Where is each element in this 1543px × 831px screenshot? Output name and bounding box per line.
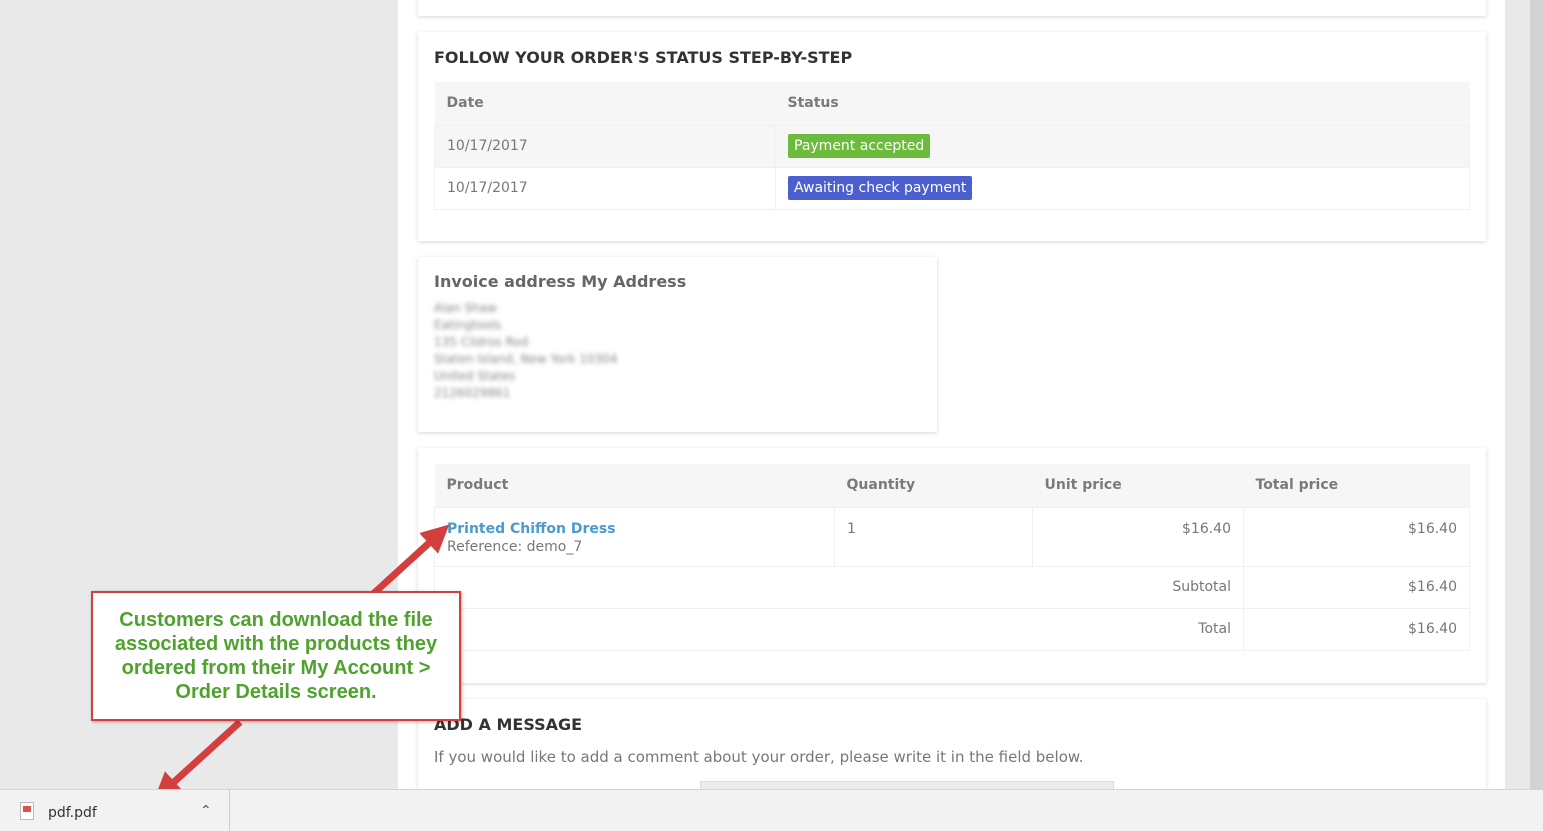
order-products-table: Product Quantity Unit price Total price … [434, 464, 1470, 651]
add-message-card: ADD A MESSAGE If you would like to add a… [418, 699, 1486, 799]
download-file-name: pdf.pdf [48, 805, 97, 821]
status-cell: Payment accepted [775, 124, 1470, 168]
status-badge: Payment accepted [788, 134, 931, 158]
status-date: 10/17/2017 [434, 124, 776, 168]
total-value: $16.40 [1243, 607, 1470, 651]
order-status-title: FOLLOW YOUR ORDER'S STATUS STEP-BY-STEP [434, 48, 853, 67]
page-scrollbar[interactable] [1530, 0, 1543, 789]
quantity-cell: 1 [834, 506, 1033, 567]
subtotal-value: $16.40 [1243, 565, 1470, 609]
address-line: United States [434, 369, 516, 383]
address-line: Eatingtools [434, 318, 502, 332]
address-line: Alan Shaw [434, 301, 497, 315]
status-date: 10/17/2017 [434, 166, 776, 210]
annotation-callout: Customers can download the file associat… [91, 591, 461, 721]
address-line: 2126029861 [434, 386, 511, 400]
order-products-card: Product Quantity Unit price Total price … [418, 448, 1486, 683]
table-row: 10/17/2017 Payment accepted [434, 124, 1470, 168]
add-message-text: If you would like to add a comment about… [434, 748, 1084, 766]
table-row: 10/17/2017 Awaiting check payment [434, 166, 1470, 210]
col-header-status: Status [775, 82, 1470, 125]
unit-price-cell: $16.40 [1032, 506, 1244, 567]
previous-card [418, 0, 1486, 16]
status-badge: Awaiting check payment [788, 176, 973, 200]
invoice-address-lines: Alan Shaw Eatingtools 135 Cildros Rod St… [434, 300, 634, 402]
product-cell: Printed Chiffon Dress Reference: demo_7 [434, 506, 835, 567]
status-cell: Awaiting check payment [775, 166, 1470, 210]
col-header-total-price: Total price [1243, 464, 1470, 507]
order-status-card: FOLLOW YOUR ORDER'S STATUS STEP-BY-STEP … [418, 32, 1486, 241]
col-header-product: Product [434, 464, 835, 507]
pdf-file-icon [20, 802, 34, 820]
subtotal-label: Subtotal [434, 565, 1244, 609]
col-header-quantity: Quantity [834, 464, 1033, 507]
product-reference: Reference: demo_7 [447, 538, 583, 555]
address-line: Staten Island, New York 10304 [434, 352, 618, 366]
subtotal-row: Subtotal $16.40 [434, 565, 1470, 609]
address-line: 135 Cildros Rod [434, 335, 529, 349]
invoice-address-card: Invoice address My Address Alan Shaw Eat… [418, 257, 937, 432]
product-link[interactable]: Printed Chiffon Dress [447, 521, 616, 537]
total-price-cell: $16.40 [1243, 506, 1470, 567]
order-status-table: Date Status 10/17/2017 Payment accepted … [434, 82, 1470, 210]
chevron-up-icon[interactable]: ⌃ [200, 803, 212, 819]
total-row: Total $16.40 [434, 607, 1470, 651]
table-row: Printed Chiffon Dress Reference: demo_7 … [434, 506, 1470, 567]
invoice-address-title: Invoice address My Address [434, 272, 687, 291]
download-item[interactable]: pdf.pdf ⌃ [0, 790, 230, 831]
total-label: Total [434, 607, 1244, 651]
col-header-date: Date [434, 82, 776, 125]
col-header-unit-price: Unit price [1032, 464, 1244, 507]
downloads-bar: pdf.pdf ⌃ [0, 789, 1543, 831]
